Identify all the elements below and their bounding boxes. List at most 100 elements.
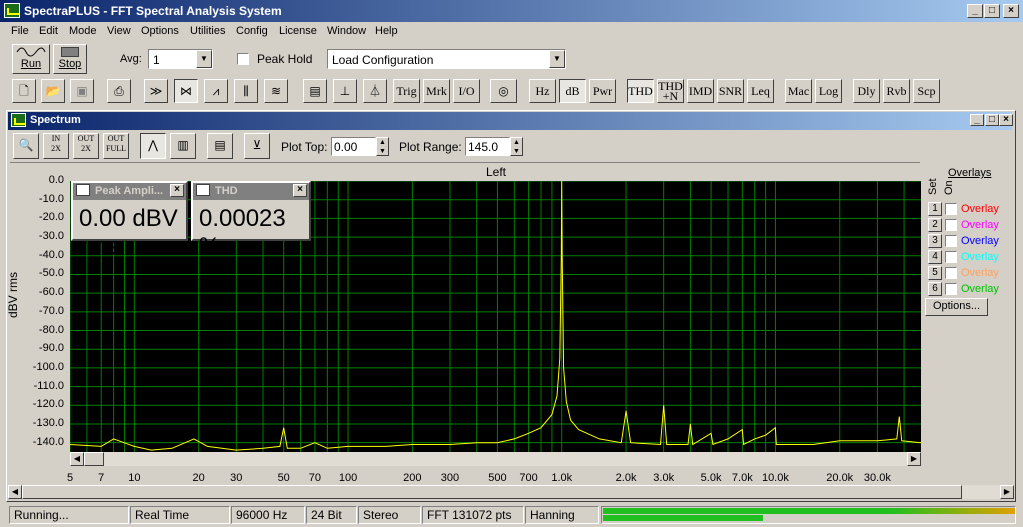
scroll-right-icon[interactable]: ▶ (907, 452, 921, 466)
menu-view[interactable]: View (107, 25, 131, 37)
scroll-left-icon[interactable]: ◀ (70, 452, 84, 466)
scp-button[interactable]: Scp (913, 79, 940, 103)
overlay-on-checkbox[interactable] (945, 251, 957, 263)
scroll-thumb[interactable] (22, 485, 962, 499)
rvb-button[interactable]: Rvb (883, 79, 910, 103)
io-button[interactable]: I/O (453, 79, 480, 103)
spectrogram-icon[interactable]: ⫼ (234, 79, 258, 103)
imd-button[interactable]: IMD (687, 79, 714, 103)
menu-edit[interactable]: Edit (39, 25, 58, 37)
peak-hold-checkbox[interactable] (237, 53, 249, 65)
zoom-full-icon[interactable]: OUT FULL (103, 133, 129, 159)
y-tick-label: -10.0 (38, 192, 64, 205)
overlay-on-checkbox[interactable] (945, 267, 957, 279)
overlay-set-button[interactable]: 6 (928, 282, 942, 296)
overlay-set-button[interactable]: 2 (928, 218, 942, 232)
legend-icon[interactable]: ▤ (207, 133, 233, 159)
x-tick-label: 20.0k (826, 472, 854, 484)
status-state: Running... (9, 506, 129, 524)
plot-scrollbar[interactable]: ◀ ▶ (70, 452, 921, 466)
open-folder-icon[interactable]: 📂 (41, 79, 65, 103)
thd-n-button[interactable]: THD +N (657, 79, 684, 103)
menu-help[interactable]: Help (375, 25, 398, 37)
window-scrollbar[interactable]: ◀ ▶ (8, 485, 1014, 499)
save-disk-icon[interactable]: ▣ (70, 79, 94, 103)
snr-button[interactable]: SNR (717, 79, 744, 103)
line-plot-icon[interactable]: ⋀ (140, 133, 166, 159)
spectrum-maximize-button[interactable]: □ (985, 114, 999, 126)
plot-range-input[interactable]: 145.0 (465, 137, 510, 156)
y-tick-label: -20.0 (38, 211, 64, 224)
overlay-set-button[interactable]: 3 (928, 234, 942, 248)
print-icon[interactable]: ⎙ (107, 79, 131, 103)
mrk-button[interactable]: Mrk (423, 79, 450, 103)
menu-utilities[interactable]: Utilities (190, 25, 225, 37)
recorder-mode-icon[interactable]: ⋈ (174, 79, 198, 103)
overlay-on-checkbox[interactable] (945, 219, 957, 231)
chevron-down-icon[interactable]: ▼ (549, 50, 565, 68)
peak-amplitude-meter[interactable]: Peak Ampli... × 0.00 dBV rms (71, 181, 188, 260)
minimize-button[interactable]: _ (967, 4, 983, 18)
overlay-set-button[interactable]: 1 (928, 202, 942, 216)
menu-window[interactable]: Window (327, 25, 366, 37)
scroll-left-icon[interactable]: ◀ (8, 485, 22, 499)
trig-button[interactable]: Trig (393, 79, 420, 103)
hz-button[interactable]: Hz (529, 79, 556, 103)
overlay-options-button[interactable]: Options... (925, 298, 988, 316)
chevron-down-icon[interactable]: ▼ (196, 50, 212, 68)
zoom-in-2x-icon[interactable]: IN 2X (43, 133, 69, 159)
pwr-button[interactable]: Pwr (589, 79, 616, 103)
zoom-out-2x-icon[interactable]: OUT 2X (73, 133, 99, 159)
sawtooth-icon[interactable]: ⩘ (204, 79, 228, 103)
x-tick-label: 3.0k (653, 472, 675, 484)
meter-window-icon[interactable]: ▤ (303, 79, 327, 103)
plot-top-spinner[interactable]: ▲ ▼ (376, 137, 389, 156)
thd-button[interactable]: THD (627, 79, 654, 103)
axis-icon[interactable]: ⊥ (333, 79, 357, 103)
signal-generator-icon[interactable]: ◎ (490, 79, 517, 103)
overlays-on-label: On (943, 180, 955, 195)
close-icon[interactable]: × (170, 184, 184, 197)
overlay-on-checkbox[interactable] (945, 203, 957, 215)
plot-top-input[interactable]: 0.00 (331, 137, 376, 156)
overlay-set-button[interactable]: 4 (928, 250, 942, 264)
peak-hold-label: Peak Hold (257, 52, 313, 66)
spectrum-minimize-button[interactable]: _ (970, 114, 984, 126)
zoom-icon[interactable]: 🔍 (13, 133, 39, 159)
x-tick-label: 200 (403, 472, 422, 484)
close-button[interactable]: × (1003, 4, 1019, 18)
fast-forward-icon[interactable]: ≫ (144, 79, 168, 103)
overlay-on-checkbox[interactable] (945, 235, 957, 247)
y-tick-label: -50.0 (38, 267, 64, 280)
menu-mode[interactable]: Mode (69, 25, 97, 37)
leq-button[interactable]: Leq (747, 79, 774, 103)
dly-button[interactable]: Dly (853, 79, 880, 103)
overlay-on-checkbox[interactable] (945, 283, 957, 295)
new-file-icon[interactable]: 🗋 (12, 79, 36, 103)
scale-icon[interactable]: ⊻ (244, 133, 270, 159)
overlay-set-button[interactable]: 5 (928, 266, 942, 280)
db-button[interactable]: dB (559, 79, 586, 103)
scroll-thumb[interactable] (84, 452, 104, 466)
log-button[interactable]: Log (815, 79, 842, 103)
menu-license[interactable]: License (279, 25, 317, 37)
x-tick-label: 30 (230, 472, 243, 484)
waterfall-icon[interactable]: ≋ (264, 79, 288, 103)
spectrum-close-button[interactable]: × (999, 114, 1013, 126)
menu-file[interactable]: File (11, 25, 29, 37)
plot-range-spinner[interactable]: ▲ ▼ (510, 137, 523, 156)
stop-button[interactable]: Stop (53, 44, 87, 74)
mac-button[interactable]: Mac (785, 79, 812, 103)
menu-config[interactable]: Config (236, 25, 268, 37)
scroll-right-icon[interactable]: ▶ (1000, 485, 1014, 499)
meter-title-bar: THD × (193, 183, 309, 200)
maximize-button[interactable]: □ (984, 4, 1000, 18)
close-icon[interactable]: × (293, 184, 307, 197)
run-button[interactable]: Run (12, 44, 50, 74)
bar-plot-icon[interactable]: ▥ (170, 133, 196, 159)
configuration-select[interactable]: Load Configuration ▼ (327, 49, 566, 69)
thd-meter[interactable]: THD × 0.00023 % (191, 181, 311, 260)
avg-select[interactable]: 1 ▼ (148, 49, 213, 69)
calibration-icon[interactable]: ⏃ (363, 79, 387, 103)
menu-options[interactable]: Options (141, 25, 179, 37)
